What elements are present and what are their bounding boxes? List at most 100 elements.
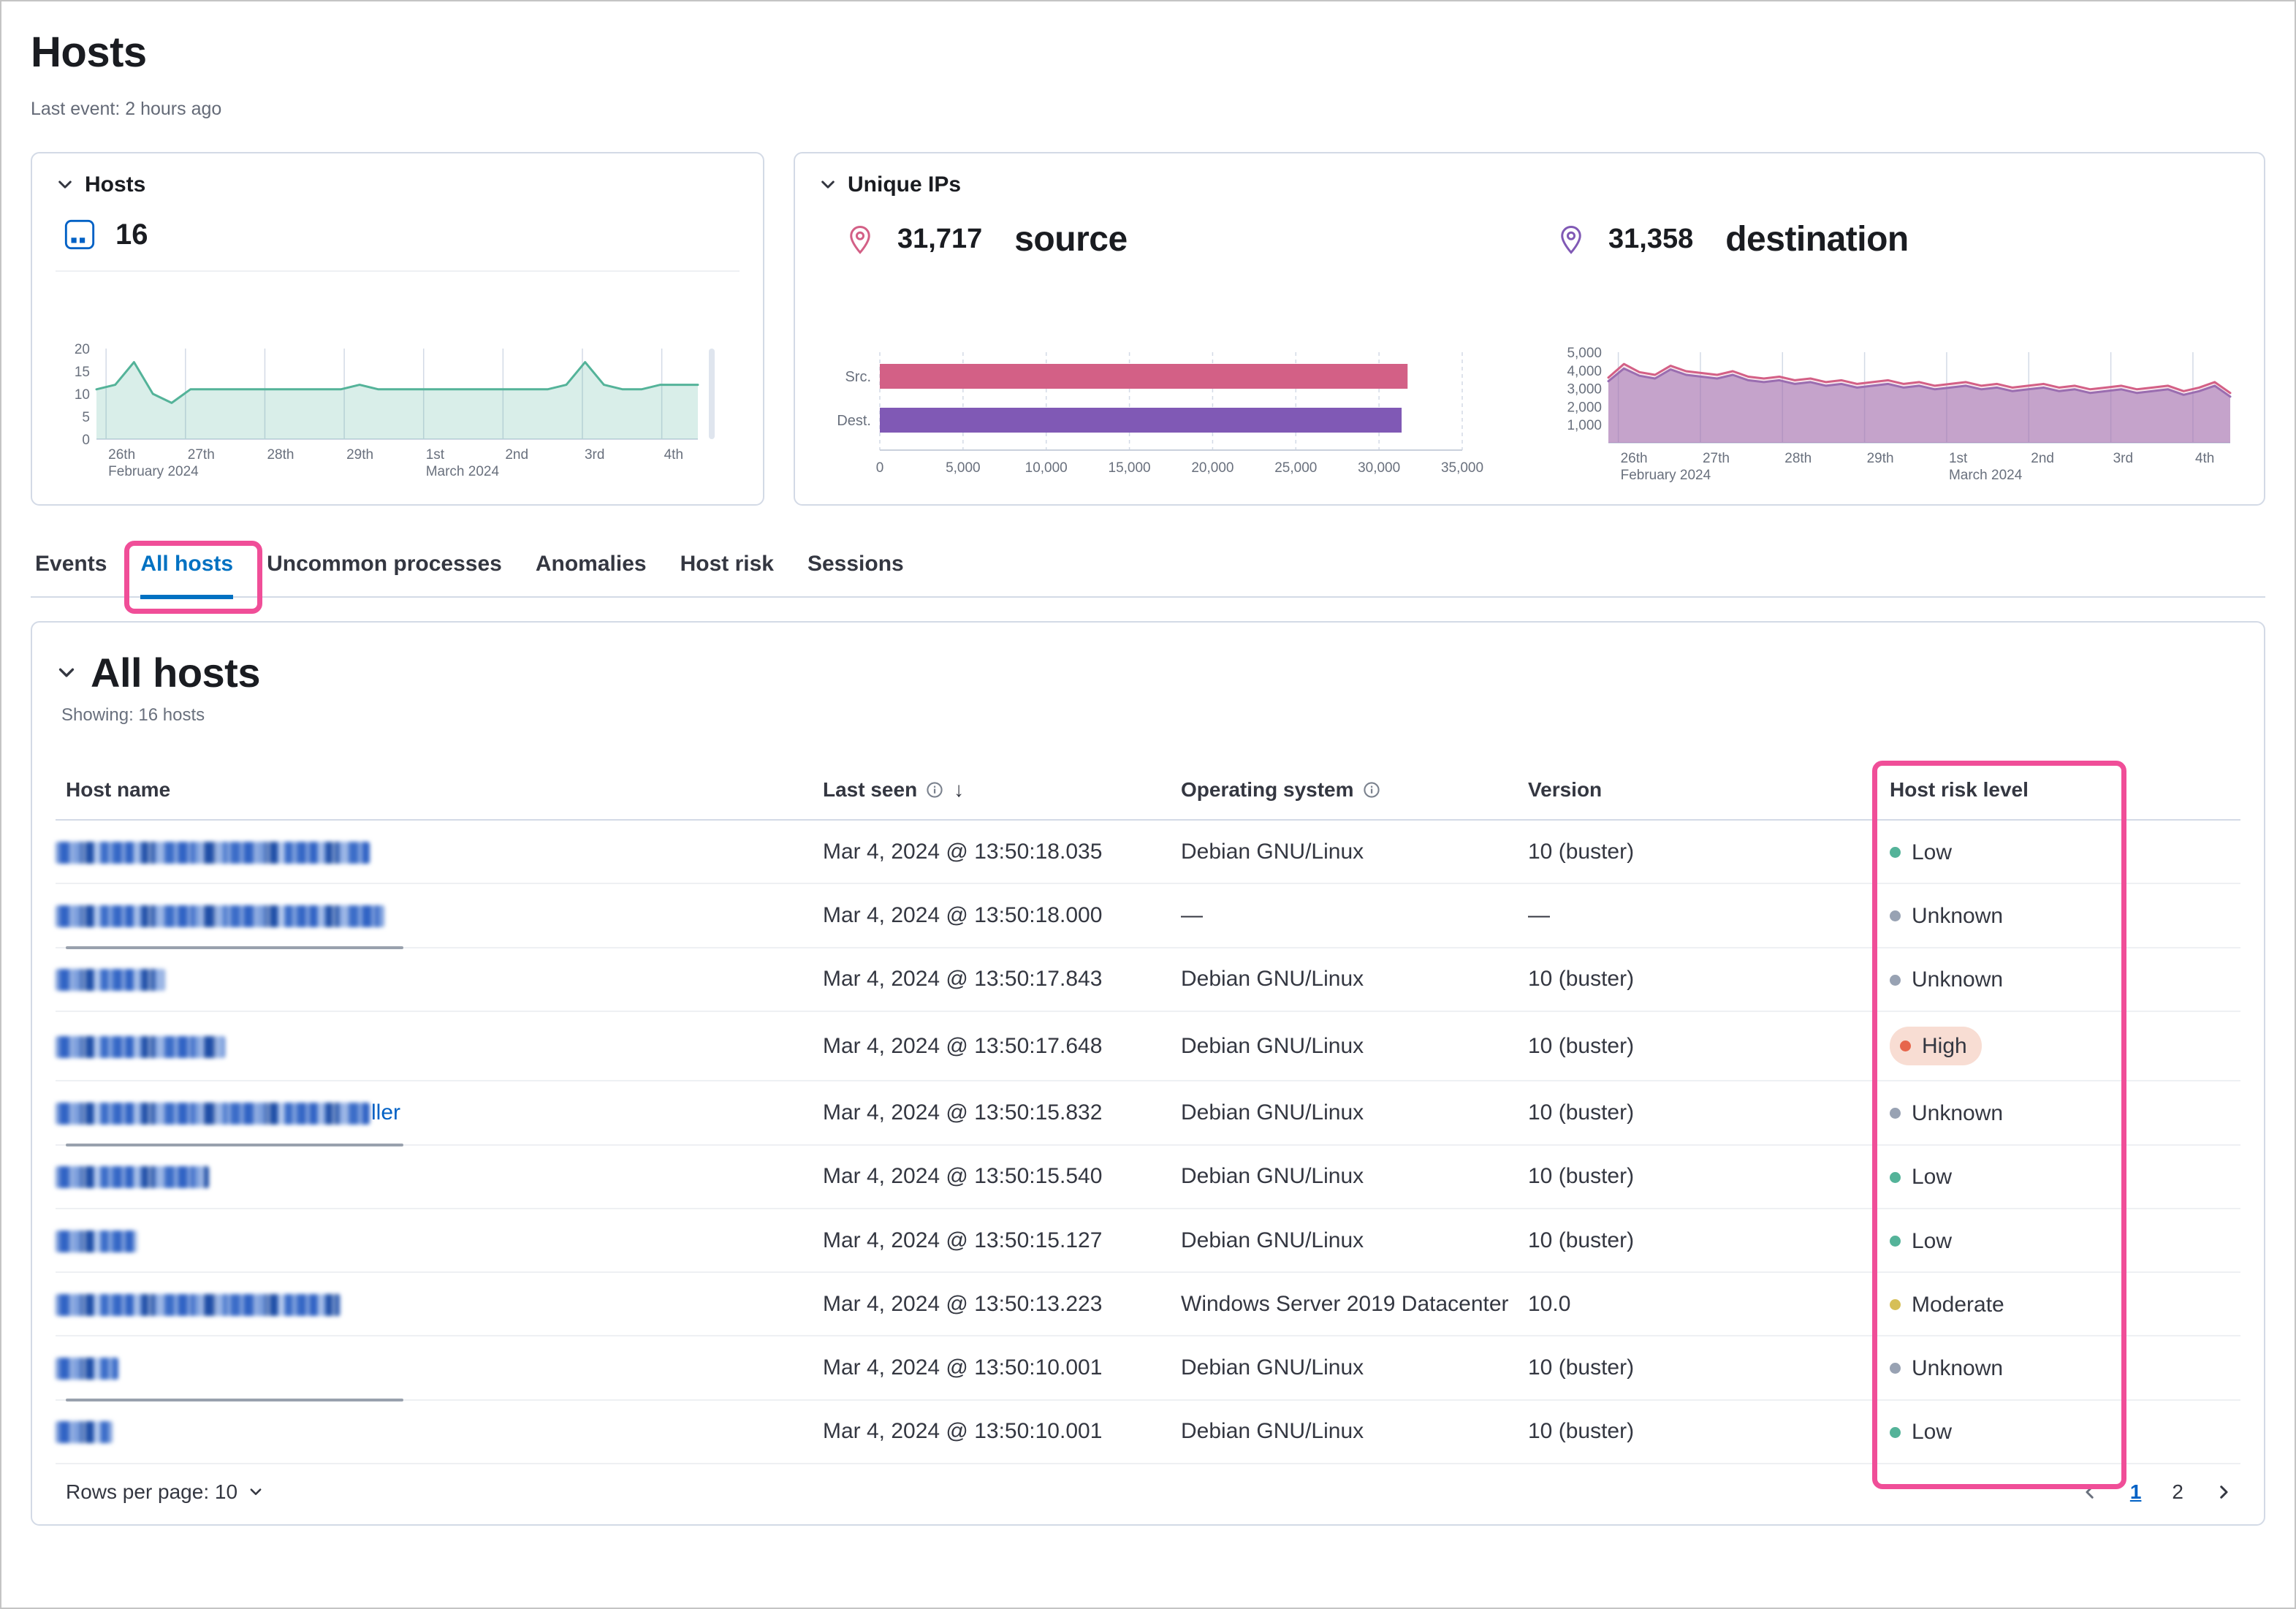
host-storage-icon <box>64 219 95 250</box>
host-name-cell[interactable] <box>56 885 823 949</box>
chevron-down-icon[interactable] <box>56 662 77 684</box>
redacted-host-name-link[interactable] <box>56 1035 225 1058</box>
next-page-icon[interactable] <box>2214 1483 2233 1502</box>
info-icon[interactable] <box>926 781 943 799</box>
table-row: Mar 4, 2024 @ 13:50:18.000 — — Unknown <box>56 884 2240 949</box>
operating-system-cell: Debian GNU/Linux <box>1181 1164 1364 1189</box>
operating-system-cell: Debian GNU/Linux <box>1181 1355 1364 1380</box>
col-version: Version <box>1528 778 1890 802</box>
svg-text:28th: 28th <box>1784 451 1812 466</box>
redacted-host-name-link[interactable] <box>56 905 384 928</box>
svg-text:0: 0 <box>82 433 90 448</box>
svg-text:29th: 29th <box>1867 451 1894 466</box>
svg-text:Dest.: Dest. <box>837 413 871 429</box>
all-hosts-table-body: Mar 4, 2024 @ 13:50:18.035 Debian GNU/Lin… <box>56 821 2240 1464</box>
sort-descending-icon[interactable]: ↓ <box>954 778 964 802</box>
version-cell: 10 (buster) <box>1528 839 1635 864</box>
tab-all-hosts[interactable]: All hosts <box>140 551 234 599</box>
last-event-text: Last event: 2 hours ago <box>31 99 222 119</box>
risk-label: Low <box>1912 1228 1953 1253</box>
host-name-cell[interactable] <box>56 1274 823 1335</box>
table-row: Mar 4, 2024 @ 13:50:15.127 Debian GNU/Lin… <box>56 1209 2240 1273</box>
page-number-2[interactable]: 2 <box>2172 1480 2183 1504</box>
host-risk-cell: Low <box>1890 1401 2240 1463</box>
tabs: Events All hosts Uncommon processes Anomali… <box>31 539 2265 599</box>
redacted-host-name-link[interactable] <box>56 1103 370 1125</box>
pagination: 12 <box>2080 1480 2233 1504</box>
svg-text:15: 15 <box>75 365 90 380</box>
info-icon[interactable] <box>1363 781 1380 799</box>
table-row: Mar 4, 2024 @ 13:50:13.223 Windows Server… <box>56 1273 2240 1337</box>
svg-text:28th: 28th <box>267 447 294 463</box>
previous-page-icon[interactable] <box>2080 1483 2099 1502</box>
hosts-kpi-panel: Hosts 16 26th February 2024 27th 28th 29th 1s… <box>31 152 764 506</box>
rows-per-page-button[interactable]: Rows per page: 10 <box>66 1480 264 1504</box>
host-risk-cell: Unknown <box>1890 1336 2240 1399</box>
table-footer: Rows per page: 10 12 <box>56 1464 2240 1518</box>
tab-sessions[interactable]: Sessions <box>807 551 904 596</box>
risk-label: Unknown <box>1912 1101 2004 1125</box>
risk-badge: Low <box>1890 1161 1952 1193</box>
svg-text:2nd: 2nd <box>505 447 528 463</box>
operating-system-cell: Debian GNU/Linux <box>1181 1419 1364 1444</box>
host-name-cell[interactable] <box>56 1337 823 1401</box>
tab-anomalies[interactable]: Anomalies <box>536 551 647 596</box>
redacted-host-name-link[interactable] <box>56 1293 341 1316</box>
redacted-host-name-link[interactable] <box>56 1166 209 1189</box>
table-header-row: Host name Last seen ↓ Operating system V… <box>56 765 2240 821</box>
risk-label: Moderate <box>1912 1292 2004 1317</box>
host-name-cell[interactable] <box>56 1210 823 1271</box>
divider <box>56 270 740 272</box>
table-row: Mar 4, 2024 @ 13:50:17.843 Debian GNU/Lin… <box>56 948 2240 1012</box>
tab-host-risk[interactable]: Host risk <box>680 551 774 596</box>
risk-badge: High <box>1890 1026 1982 1066</box>
host-name-cell[interactable] <box>56 1146 823 1207</box>
chevron-down-icon[interactable] <box>56 175 75 194</box>
host-risk-cell: Low <box>1890 821 2240 883</box>
col-last-seen[interactable]: Last seen ↓ <box>823 778 1181 802</box>
version-cell: 10 (buster) <box>1528 1164 1635 1189</box>
host-risk-cell: Unknown <box>1890 1081 2240 1144</box>
risk-label: Low <box>1912 840 1953 864</box>
risk-dot-icon <box>1890 910 1901 922</box>
host-name-cell[interactable] <box>56 1016 823 1077</box>
redacted-host-name-link[interactable] <box>56 841 370 864</box>
page-number-1[interactable]: 1 <box>2130 1480 2142 1504</box>
version-cell: 10 (buster) <box>1528 1419 1635 1444</box>
risk-dot-icon <box>1890 847 1901 858</box>
host-name-cell[interactable] <box>56 821 823 883</box>
redacted-host-name-link[interactable] <box>56 969 165 992</box>
host-name-cell[interactable] <box>56 948 823 1010</box>
svg-text:26th: 26th <box>1621 451 1648 466</box>
source-ips-label: source <box>1014 220 1128 259</box>
tab-uncommon-processes[interactable]: Uncommon processes <box>267 551 502 596</box>
risk-label: Unknown <box>1912 904 2004 928</box>
table-row: Mar 4, 2024 @ 13:50:15.540 Debian GNU/Lin… <box>56 1146 2240 1209</box>
operating-system-cell: Debian GNU/Linux <box>1181 967 1364 992</box>
svg-text:29th: 29th <box>346 447 373 463</box>
svg-text:February 2024: February 2024 <box>108 464 199 479</box>
chevron-down-icon[interactable] <box>818 175 837 194</box>
risk-dot-icon <box>1890 1363 1901 1374</box>
version-cell: 10 (buster) <box>1528 1228 1635 1252</box>
last-seen-cell: Mar 4, 2024 @ 13:50:18.035 <box>823 839 1103 864</box>
redacted-host-name-link[interactable] <box>56 1358 118 1380</box>
operating-system-cell: — <box>1181 903 1203 928</box>
tab-events[interactable]: Events <box>35 551 107 596</box>
risk-badge: Low <box>1890 837 1952 869</box>
host-name-suffix[interactable]: ller <box>371 1100 400 1125</box>
last-seen-cell: Mar 4, 2024 @ 13:50:10.001 <box>823 1355 1103 1380</box>
svg-text:1,000: 1,000 <box>1567 418 1602 433</box>
redacted-host-name-link[interactable] <box>56 1421 113 1444</box>
hosts-over-time-chart: 26thFebruary 202427th 28th 29th 1stMarch 20… <box>75 342 715 479</box>
redacted-host-name-link[interactable] <box>56 1230 137 1252</box>
svg-text:20: 20 <box>75 342 90 357</box>
host-risk-cell: Low <box>1890 1209 2240 1271</box>
host-name-cell[interactable] <box>56 1401 823 1462</box>
host-name-cell[interactable]: ller <box>56 1082 823 1146</box>
last-seen-cell: Mar 4, 2024 @ 13:50:15.127 <box>823 1228 1103 1252</box>
risk-label: Unknown <box>1912 967 2004 992</box>
table-row: ller Mar 4, 2024 @ 13:50:15.832 Debian GNU… <box>56 1081 2240 1146</box>
source-ips-value: 31,717 <box>897 224 983 254</box>
svg-text:2,000: 2,000 <box>1567 400 1602 415</box>
